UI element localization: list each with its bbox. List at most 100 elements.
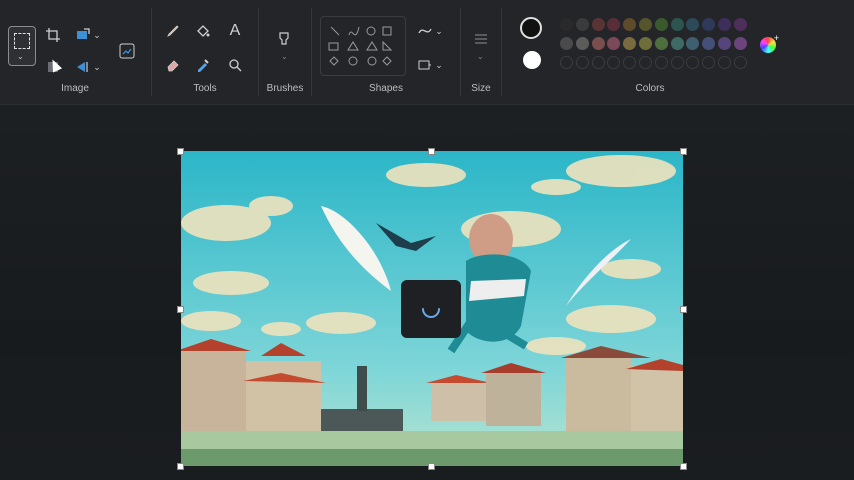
resize-handle-bottom-left[interactable] — [177, 463, 184, 470]
palette-color-swatch[interactable] — [623, 18, 637, 31]
eraser-icon — [167, 60, 179, 72]
color-palette — [560, 18, 750, 78]
custom-color-slot[interactable] — [560, 56, 573, 69]
select-tool-button[interactable]: ⌄ — [8, 26, 36, 66]
palette-color-swatch[interactable] — [591, 37, 605, 50]
outline-button[interactable]: ⌄ — [414, 20, 446, 42]
brushes-group: ⌄ Brushes — [259, 6, 311, 94]
resize-icon — [77, 28, 90, 39]
resize-handle-top-left[interactable] — [177, 148, 184, 155]
fill-bucket-icon — [197, 25, 210, 37]
spinner-icon — [422, 308, 440, 318]
edit-colors-button[interactable]: + — [760, 33, 779, 53]
palette-color-swatch[interactable] — [639, 37, 652, 50]
resize-handle-bottom-center[interactable] — [428, 463, 435, 470]
chevron-down-icon: ⌄ — [477, 52, 484, 61]
loading-spinner — [401, 280, 461, 338]
secondary-color-swatch[interactable] — [523, 51, 541, 69]
resize-handle-middle-left[interactable] — [177, 306, 184, 313]
custom-color-slot[interactable] — [607, 56, 621, 69]
palette-color-swatch[interactable] — [702, 37, 716, 50]
tools-group: A Tools — [152, 6, 258, 94]
custom-color-slot[interactable] — [639, 56, 652, 69]
flip-button[interactable]: ⌄ — [72, 56, 104, 78]
chevron-down-icon: ⌄ — [93, 61, 101, 72]
shapes-group-label: Shapes — [369, 83, 403, 94]
brushes-button[interactable] — [273, 28, 295, 50]
palette-color-swatch[interactable] — [670, 37, 684, 50]
custom-color-slot[interactable] — [718, 56, 731, 69]
palette-color-swatch[interactable] — [702, 18, 716, 31]
palette-color-swatch[interactable] — [639, 18, 652, 31]
tools-group-label: Tools — [193, 83, 217, 94]
shape-fill-icon — [418, 60, 432, 70]
magnifier-icon — [229, 59, 242, 72]
palette-color-swatch[interactable] — [607, 37, 621, 50]
custom-color-slot[interactable] — [591, 56, 605, 69]
image-group: ⌄ ⌄ ⌄ Image — [0, 6, 150, 94]
resize-handle-middle-right[interactable] — [680, 306, 687, 313]
size-group: ⌄ Size — [461, 6, 501, 94]
eraser-button[interactable] — [162, 54, 184, 76]
palette-color-swatch[interactable] — [686, 18, 700, 31]
palette-color-swatch[interactable] — [623, 37, 637, 50]
palette-color-swatch[interactable] — [575, 18, 589, 31]
palette-color-swatch[interactable] — [560, 18, 573, 31]
fill-style-button[interactable]: ⌄ — [414, 54, 446, 76]
flip-icon — [77, 62, 88, 72]
chevron-down-icon: ⌄ — [17, 52, 24, 61]
resize-handle-top-center[interactable] — [428, 148, 435, 155]
text-button[interactable]: A — [224, 20, 246, 42]
palette-color-swatch[interactable] — [733, 37, 747, 50]
crop-button[interactable] — [42, 24, 64, 46]
custom-color-slot[interactable] — [623, 56, 637, 69]
shapes-gallery[interactable] — [320, 16, 406, 76]
custom-color-slot[interactable] — [670, 56, 684, 69]
chevron-down-icon: ⌄ — [93, 29, 101, 40]
color-picker-button[interactable] — [192, 54, 214, 76]
palette-color-swatch[interactable] — [718, 18, 731, 31]
primary-color-swatch[interactable] — [520, 17, 542, 39]
brush-icon — [279, 32, 289, 45]
fill-button[interactable] — [192, 20, 214, 42]
eyedropper-icon — [198, 59, 209, 72]
chevron-down-icon: ⌄ — [435, 25, 443, 36]
outline-icon — [418, 28, 432, 34]
palette-color-swatch[interactable] — [654, 37, 668, 50]
palette-color-swatch[interactable] — [670, 18, 684, 31]
palette-color-swatch[interactable] — [654, 18, 668, 31]
shapes-grid-icon — [328, 26, 393, 66]
custom-color-slot[interactable] — [702, 56, 716, 69]
palette-color-swatch[interactable] — [607, 18, 621, 31]
shapes-group: ⌄ ⌄ Shapes — [312, 6, 460, 94]
colors-group-label: Colors — [635, 83, 665, 94]
palette-color-swatch[interactable] — [575, 37, 589, 50]
crop-icon — [46, 28, 60, 42]
pencil-button[interactable] — [162, 20, 184, 42]
custom-color-slot[interactable] — [686, 56, 700, 69]
palette-color-swatch[interactable] — [591, 18, 605, 31]
resize-handle-bottom-right[interactable] — [680, 463, 687, 470]
size-group-label: Size — [471, 83, 491, 94]
image-generator-icon — [119, 43, 135, 59]
line-size-icon — [475, 34, 487, 44]
brushes-group-label: Brushes — [266, 83, 304, 94]
palette-color-swatch[interactable] — [718, 37, 731, 50]
size-button[interactable] — [470, 28, 492, 50]
ribbon-toolbar: ⌄ ⌄ ⌄ Image A Tools ⌄ Brushes ⌄ ⌄ Shapes… — [0, 0, 854, 105]
magnifier-button[interactable] — [224, 54, 246, 76]
colors-group: + Colors — [502, 6, 802, 94]
pencil-icon — [167, 25, 179, 37]
palette-color-swatch[interactable] — [733, 18, 747, 31]
image-group-label: Image — [61, 83, 89, 94]
image-generator-button[interactable] — [116, 40, 138, 62]
custom-color-slot[interactable] — [575, 56, 589, 69]
custom-color-slot[interactable] — [733, 56, 747, 69]
custom-color-slot[interactable] — [654, 56, 668, 69]
palette-color-swatch[interactable] — [560, 37, 573, 50]
palette-color-swatch[interactable] — [686, 37, 700, 50]
chevron-down-icon: ⌄ — [435, 59, 443, 70]
resize-button[interactable]: ⌄ — [72, 24, 104, 46]
resize-handle-top-right[interactable] — [680, 148, 687, 155]
chevron-down-icon: ⌄ — [281, 52, 288, 61]
